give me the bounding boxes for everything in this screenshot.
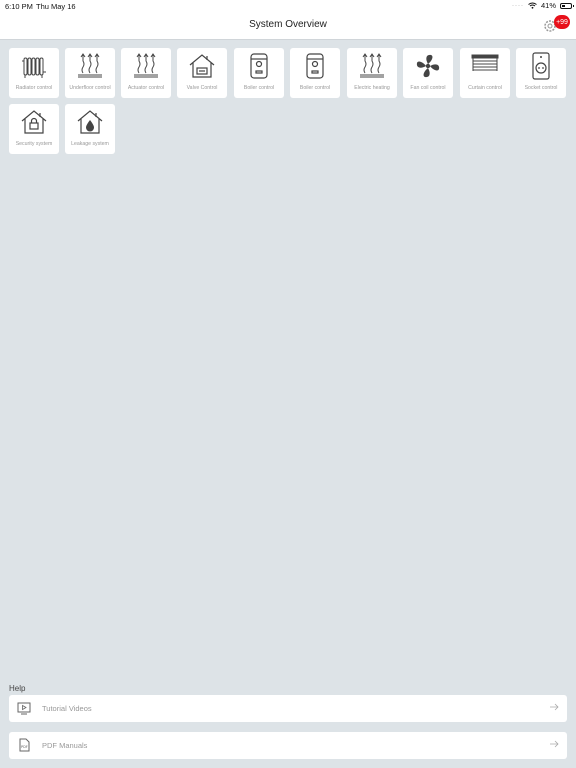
help-section-title: Help: [9, 684, 26, 693]
notification-badge[interactable]: +99: [554, 15, 570, 29]
tile-label: Boiler control: [299, 85, 331, 91]
tile-actuator-control[interactable]: Actuator control: [121, 48, 171, 98]
tile-label: Security system: [15, 141, 53, 147]
page-title: System Overview: [249, 19, 327, 30]
status-date: Thu May 16: [36, 2, 76, 11]
tile-fan-coil-control[interactable]: Fan coil control: [403, 48, 453, 98]
nav-bar: System Overview +99: [0, 12, 576, 40]
signal-dots-icon: ····: [511, 2, 524, 9]
battery-percent: 41%: [540, 1, 556, 10]
tile-label: Socket control: [524, 85, 558, 91]
electric-heating-icon: [360, 53, 384, 78]
tile-socket-control[interactable]: Socket control: [516, 48, 566, 98]
status-bar: 6:10 PM Thu May 16 ···· 41%: [0, 0, 576, 12]
arrow-right-icon: [550, 703, 559, 711]
fan-icon: [416, 54, 440, 78]
pdf-icon: PDF: [19, 738, 30, 752]
status-time: 6:10 PM: [5, 2, 33, 11]
pdf-manuals-label: PDF Manuals: [42, 741, 88, 750]
boiler-icon: [306, 53, 324, 79]
tile-label: Actuator control: [127, 85, 165, 91]
tile-label: Radiator control: [15, 85, 53, 91]
tile-label: Leakage system: [71, 141, 109, 147]
radiator-icon: [22, 57, 46, 78]
tile-security-system[interactable]: Security system: [9, 104, 59, 154]
status-right: ···· 41%: [511, 1, 574, 10]
underfloor-heating-icon: [78, 53, 102, 78]
wifi-icon: [528, 2, 537, 9]
tile-boiler-control-2[interactable]: Boiler control: [290, 48, 340, 98]
tile-label: Underfloor control: [69, 85, 111, 91]
house-lock-icon: [21, 110, 47, 134]
socket-icon: [532, 52, 550, 80]
tutorial-videos-row[interactable]: Tutorial Videos: [9, 695, 567, 722]
house-drop-icon: [77, 110, 103, 134]
pdf-manuals-row[interactable]: PDF PDF Manuals: [9, 732, 567, 759]
svg-text:PDF: PDF: [21, 745, 28, 749]
curtain-icon: [471, 54, 499, 71]
tile-boiler-control-1[interactable]: Boiler control: [234, 48, 284, 98]
tile-label: Fan coil control: [410, 85, 446, 91]
actuator-icon: [134, 53, 158, 78]
tutorial-videos-label: Tutorial Videos: [42, 704, 92, 713]
tile-curtain-control[interactable]: Curtain control: [460, 48, 510, 98]
tile-electric-heating[interactable]: Electric heating: [347, 48, 397, 98]
tile-label: Curtain control: [468, 85, 502, 91]
boiler-icon: [250, 53, 268, 79]
tile-radiator-control[interactable]: Radiator control: [9, 48, 59, 98]
tile-leakage-system[interactable]: Leakage system: [65, 104, 115, 154]
tile-label: Boiler control: [243, 85, 275, 91]
video-icon: [17, 702, 31, 715]
tile-label: Valve Control: [186, 85, 218, 91]
house-valve-icon: [189, 54, 215, 78]
tile-label: Electric heating: [354, 85, 390, 91]
battery-icon: [560, 2, 574, 9]
arrow-right-icon: [550, 740, 559, 748]
tile-underfloor-control[interactable]: Underfloor control: [65, 48, 115, 98]
tile-valve-control[interactable]: Valve Control: [177, 48, 227, 98]
